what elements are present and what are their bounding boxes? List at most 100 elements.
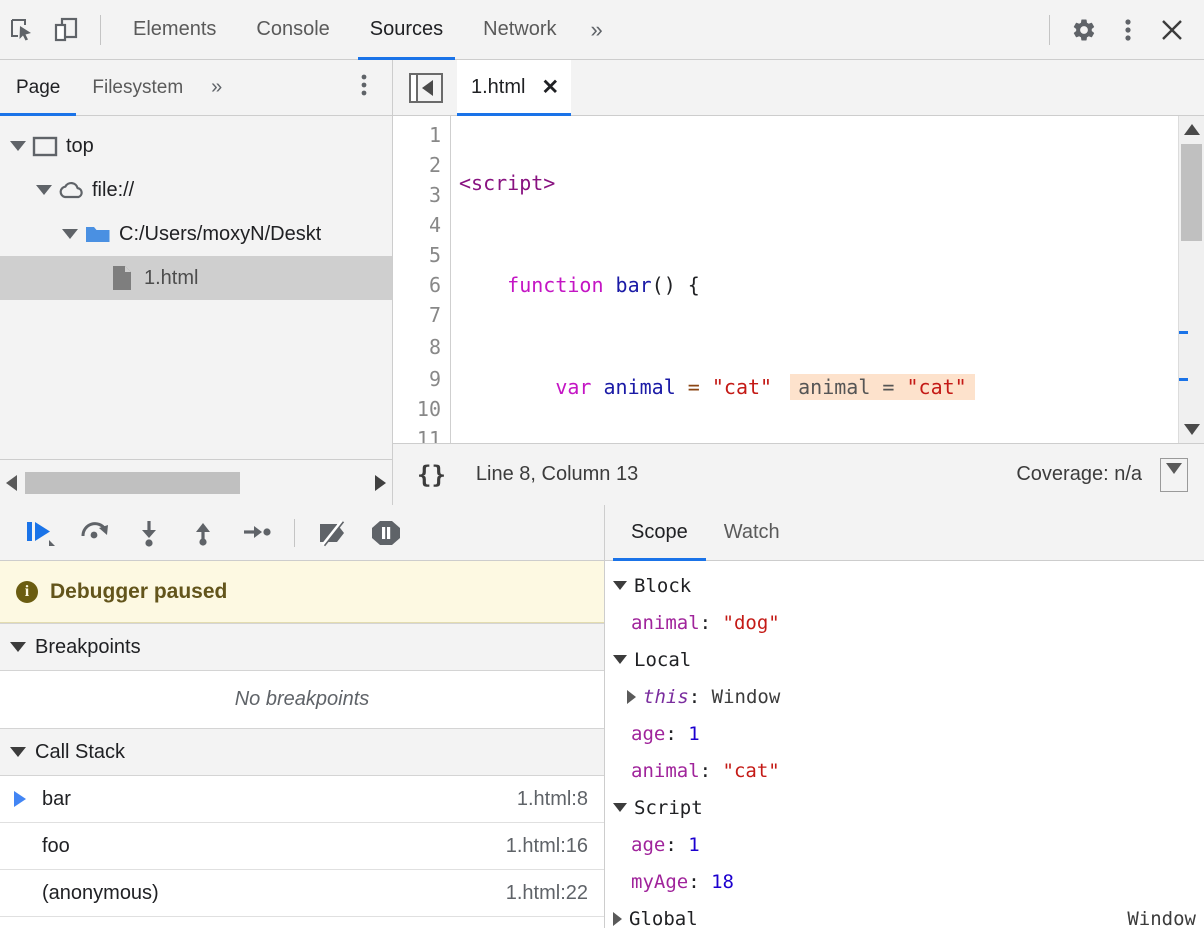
editor-vertical-scrollbar[interactable] [1178, 116, 1204, 443]
line-number[interactable]: 3 [393, 180, 441, 210]
scope-group-global[interactable]: Global Window [605, 900, 1204, 928]
editor-file-tab-close-icon[interactable]: ✕ [541, 75, 559, 100]
scrollbar-thumb[interactable] [1181, 144, 1202, 241]
tab-console[interactable]: Console [236, 0, 349, 60]
scroll-down-arrow-icon[interactable] [1184, 424, 1200, 435]
line-number[interactable]: 11 [393, 424, 441, 443]
navigator-options-button[interactable] [354, 73, 392, 102]
nav-more-tabs-button[interactable]: » [199, 76, 234, 99]
scope-group-label: Local [634, 648, 692, 671]
resume-script-button[interactable] [14, 511, 68, 555]
device-toolbar-icon [54, 17, 78, 41]
step-out-button[interactable] [176, 511, 230, 555]
tab-network[interactable]: Network [463, 0, 576, 60]
chevron-right-icon[interactable] [613, 911, 622, 926]
nav-tab-page[interactable]: Page [0, 60, 77, 116]
scrollbar-thumb[interactable] [25, 471, 241, 494]
line-number[interactable]: 1 [393, 120, 441, 150]
line-number[interactable]: 7 [393, 300, 441, 330]
sources-main-split: Page Filesystem » top file:// C:/Users/m… [0, 59, 1204, 505]
call-stack-row-bar[interactable]: bar 1.html:8 [0, 776, 604, 823]
more-options-button[interactable] [1106, 8, 1150, 52]
scope-property-this[interactable]: this: Window [605, 678, 1204, 715]
code-content[interactable]: <script> function bar() { var animal = "… [451, 116, 1204, 443]
scope-tree: Block animal: "dog" Local this: Window a… [605, 561, 1204, 928]
tab-elements[interactable]: Elements [113, 0, 236, 60]
chevron-down-icon[interactable] [10, 642, 26, 652]
tab-watch[interactable]: Watch [706, 505, 798, 561]
line-number[interactable]: 2 [393, 150, 441, 180]
scroll-right-arrow-icon[interactable] [375, 474, 386, 491]
call-stack-row-anonymous[interactable]: (anonymous) 1.html:22 [0, 870, 604, 917]
tree-item-file-protocol[interactable]: file:// [0, 168, 392, 212]
scope-property-key: age [631, 833, 666, 856]
line-number[interactable]: 4 [393, 210, 441, 240]
step-into-icon [142, 520, 156, 547]
editor-file-tab[interactable]: 1.html ✕ [457, 59, 572, 116]
token-keyword: var [555, 375, 592, 399]
nav-tab-filesystem[interactable]: Filesystem [76, 60, 199, 116]
chevron-down-icon[interactable] [613, 803, 627, 812]
tab-scope[interactable]: Scope [613, 505, 706, 561]
scope-property-script-age[interactable]: age: 1 [605, 826, 1204, 863]
nav-tab-page-label: Page [16, 76, 61, 98]
more-panels-button[interactable]: » [577, 17, 617, 43]
code-editor[interactable]: 1 2 3 4 5 6 7 8 9 10 11 <script> functio… [393, 116, 1204, 443]
current-frame-arrow-icon [14, 791, 34, 807]
pretty-print-button[interactable]: {} [409, 461, 454, 489]
settings-button[interactable] [1062, 8, 1106, 52]
scope-property-local-animal[interactable]: animal: "cat" [605, 752, 1204, 789]
step-button[interactable] [230, 511, 284, 555]
chevron-down-icon[interactable] [10, 141, 26, 151]
line-number[interactable]: 10 [393, 394, 441, 424]
scope-group-block[interactable]: Block [605, 567, 1204, 604]
step-over-button[interactable] [68, 511, 122, 555]
panel-tab-list: Elements Console Sources Network » [113, 0, 617, 60]
call-stack-row-foo[interactable]: foo 1.html:16 [0, 823, 604, 870]
scope-group-value: Window [1127, 907, 1196, 928]
code-line-3: var animal = "cat" animal = "cat" [451, 372, 1204, 402]
hide-navigator-button[interactable] [409, 72, 443, 103]
scope-property-script-myage[interactable]: myAge: 18 [605, 863, 1204, 900]
chevron-down-icon[interactable] [36, 185, 52, 195]
call-stack-function-name: foo [42, 834, 70, 857]
scrollbar-track[interactable] [25, 471, 367, 494]
scope-property-block-animal[interactable]: animal: "dog" [605, 604, 1204, 641]
inline-value-annotation: animal = "cat" [790, 374, 975, 400]
scroll-left-arrow-icon[interactable] [6, 474, 17, 491]
step-out-icon [196, 522, 210, 546]
tree-item-top[interactable]: top [0, 124, 392, 168]
pause-on-exceptions-button[interactable] [359, 511, 413, 555]
line-number[interactable]: 6 [393, 270, 441, 300]
scope-property-local-age[interactable]: age: 1 [605, 715, 1204, 752]
resume-icon [27, 521, 55, 546]
chevron-down-icon[interactable] [613, 655, 627, 664]
scope-group-script[interactable]: Script [605, 789, 1204, 826]
line-number[interactable]: 8 [393, 330, 441, 364]
inspect-element-button[interactable] [0, 8, 44, 52]
scope-group-local[interactable]: Local [605, 641, 1204, 678]
step-into-button[interactable] [122, 511, 176, 555]
deactivate-breakpoints-button[interactable] [305, 511, 359, 555]
line-number[interactable]: 5 [393, 240, 441, 270]
show-coverage-drawer-button[interactable] [1160, 457, 1188, 492]
line-number-gutter: 1 2 3 4 5 6 7 8 9 10 11 [393, 116, 451, 443]
call-stack-section-header[interactable]: Call Stack [0, 728, 604, 776]
tree-item-file-1-html[interactable]: 1.html [0, 256, 392, 300]
breakpoints-section-header[interactable]: Breakpoints [0, 623, 604, 671]
tab-elements-label: Elements [133, 18, 217, 40]
chevron-right-icon[interactable] [627, 689, 636, 704]
close-devtools-button[interactable] [1150, 8, 1194, 52]
chevron-down-icon[interactable] [10, 747, 26, 757]
line-number[interactable]: 9 [393, 364, 441, 394]
tree-item-folder[interactable]: C:/Users/moxyN/Deskt [0, 212, 392, 256]
deactivate-breakpoints-icon [320, 519, 345, 546]
tab-sources[interactable]: Sources [350, 0, 463, 60]
toggle-device-toolbar-button[interactable] [44, 8, 88, 52]
chevron-down-icon[interactable] [613, 581, 627, 590]
call-stack-function-name: (anonymous) [42, 881, 159, 904]
scope-property-value: 18 [711, 870, 734, 893]
scroll-up-arrow-icon[interactable] [1184, 124, 1200, 135]
chevron-down-icon[interactable] [62, 229, 78, 239]
navigator-horizontal-scrollbar[interactable] [0, 459, 392, 505]
